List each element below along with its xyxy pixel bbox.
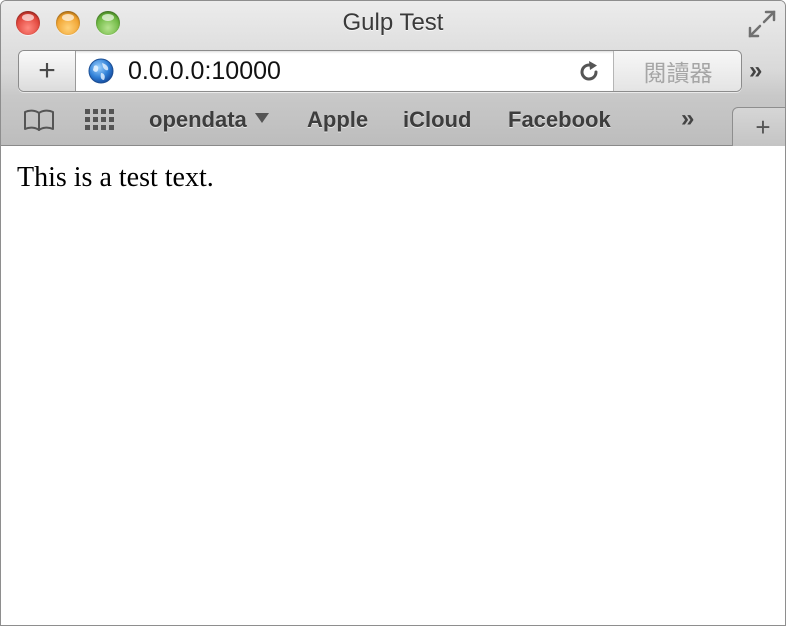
bookmark-icloud[interactable]: iCloud [403,107,471,133]
bookmark-label: opendata [149,107,247,132]
title-bar: Gulp Test [1,1,785,45]
browser-window: Gulp Test + 0.0.0.0:10000 閱讀器 » opendata… [0,0,786,626]
page-content: This is a test text. [1,146,785,625]
window-title: Gulp Test [342,9,444,36]
address-bar-group: + 0.0.0.0:10000 閱讀器 [18,50,742,92]
toolbar-overflow-label: » [749,57,763,84]
chevron-down-icon [254,113,269,123]
toolbar-overflow-button[interactable]: » [749,57,763,85]
reload-icon[interactable] [576,59,602,85]
page-text: This is a test text. [17,162,214,193]
reader-button[interactable]: 閱讀器 [613,51,741,91]
bookmarks-overflow-button[interactable]: » [681,105,695,133]
bookmarks-overflow-label: » [681,105,695,132]
bookmark-facebook[interactable]: Facebook [508,107,611,133]
url-input[interactable]: 0.0.0.0:10000 [128,57,281,86]
fullscreen-icon[interactable] [747,9,777,39]
book-icon[interactable] [22,107,56,133]
grid-icon[interactable] [82,107,116,133]
bookmark-opendata[interactable]: opendata [149,107,269,133]
globe-icon [88,58,114,84]
bookmarks-bar: opendata Apple iCloud Facebook » + [1,99,785,146]
bookmark-apple[interactable]: Apple [307,107,368,133]
toolbar: + 0.0.0.0:10000 閱讀器 » [1,45,785,99]
add-bookmark-button[interactable]: + [19,51,76,91]
browser-chrome: Gulp Test + 0.0.0.0:10000 閱讀器 » opendata… [1,1,785,146]
new-tab-button[interactable]: + [732,107,785,146]
